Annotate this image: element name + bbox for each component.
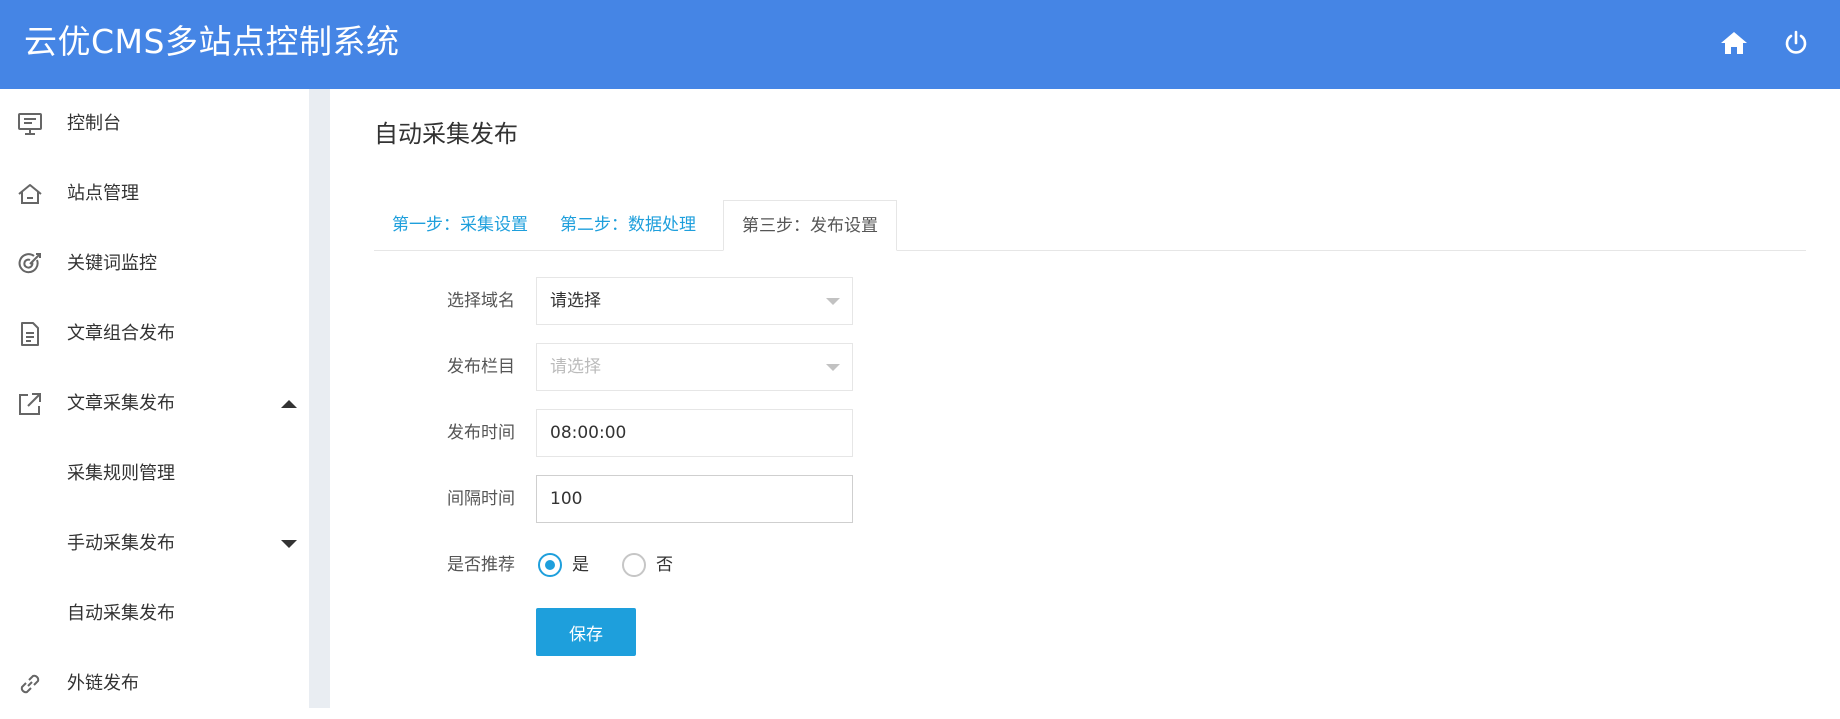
tab-step-2[interactable]: 第二步：数据处理 — [542, 200, 714, 250]
domain-row: 选择域名 请选择 — [374, 277, 974, 325]
radio-yes[interactable] — [538, 553, 562, 577]
interval-label: 间隔时间 — [447, 489, 515, 509]
interval-row: 间隔时间 100 — [374, 475, 974, 523]
publish-time-label: 发布时间 — [447, 423, 515, 443]
sidebar-item-sites[interactable]: 站点管理 — [0, 159, 309, 229]
caret-down-icon[interactable] — [281, 540, 297, 548]
sidebar-item-label: 采集规则管理 — [67, 463, 175, 484]
sidebar-subitem-collect-rules[interactable]: 采集规则管理 — [0, 439, 309, 509]
step-tabs: 第一步：采集设置 第二步：数据处理 第三步：发布设置 — [374, 200, 1806, 251]
document-icon — [17, 321, 43, 347]
interval-input[interactable]: 100 — [536, 475, 853, 523]
recommend-label: 是否推荐 — [447, 555, 515, 575]
sidebar-item-article-combine[interactable]: 文章组合发布 — [0, 299, 309, 369]
chevron-down-icon — [826, 298, 840, 305]
sidebar-item-label: 关键词监控 — [67, 253, 157, 274]
sidebar-item-label: 站点管理 — [67, 183, 139, 204]
radio-no[interactable] — [622, 553, 646, 577]
publish-time-input[interactable]: 08:00:00 — [536, 409, 853, 457]
sidebar-item-article-collect[interactable]: 文章采集发布 — [0, 369, 309, 439]
sidebar-item-keyword-monitor[interactable]: 关键词监控 — [0, 229, 309, 299]
page-title: 自动采集发布 — [374, 120, 518, 148]
column-label: 发布栏目 — [447, 357, 515, 377]
caret-up-icon[interactable] — [281, 400, 297, 408]
domain-select-value: 请选择 — [550, 291, 601, 311]
target-icon — [17, 251, 43, 277]
domain-select[interactable]: 请选择 — [536, 277, 853, 325]
home-icon[interactable] — [1716, 25, 1752, 61]
app-title: 云优CMS多站点控制系统 — [24, 22, 400, 61]
sidebar-gutter — [309, 89, 330, 708]
radio-yes-label[interactable]: 是 — [572, 541, 589, 589]
sidebar: 控制台 站点管理 关键词监控 文章组合发布 文章采集发布 采集规则管理 手动采集… — [0, 89, 309, 708]
monitor-icon — [17, 111, 43, 137]
house-icon — [17, 181, 43, 207]
sidebar-item-label: 文章组合发布 — [67, 323, 175, 344]
column-select-placeholder: 请选择 — [550, 357, 601, 377]
sidebar-item-dashboard[interactable]: 控制台 — [0, 89, 309, 159]
power-icon[interactable] — [1778, 25, 1814, 61]
sidebar-item-label: 自动采集发布 — [67, 603, 175, 624]
tab-step-1[interactable]: 第一步：采集设置 — [374, 200, 546, 250]
external-link-icon — [17, 391, 43, 417]
sidebar-subitem-manual-collect[interactable]: 手动采集发布 — [0, 509, 309, 579]
radio-no-label[interactable]: 否 — [656, 541, 673, 589]
sidebar-item-label: 文章采集发布 — [67, 393, 175, 414]
sidebar-item-label: 外链发布 — [67, 673, 139, 694]
tab-step-3[interactable]: 第三步：发布设置 — [723, 200, 897, 251]
main-content: 自动采集发布 第一步：采集设置 第二步：数据处理 第三步：发布设置 选择域名 请… — [330, 89, 1840, 708]
column-select[interactable]: 请选择 — [536, 343, 853, 391]
sidebar-item-label: 手动采集发布 — [67, 533, 175, 554]
publish-time-row: 发布时间 08:00:00 — [374, 409, 974, 457]
chevron-down-icon — [826, 364, 840, 371]
recommend-row: 是否推荐 是 否 — [374, 541, 974, 589]
sidebar-subitem-auto-collect[interactable]: 自动采集发布 — [0, 579, 309, 649]
column-row: 发布栏目 请选择 — [374, 343, 974, 391]
save-button[interactable]: 保存 — [536, 608, 636, 656]
link-icon — [17, 671, 43, 697]
domain-label: 选择域名 — [447, 291, 515, 311]
top-header: 云优CMS多站点控制系统 — [0, 0, 1840, 89]
sidebar-item-external-links[interactable]: 外链发布 — [0, 649, 309, 719]
sidebar-item-label: 控制台 — [67, 113, 121, 134]
